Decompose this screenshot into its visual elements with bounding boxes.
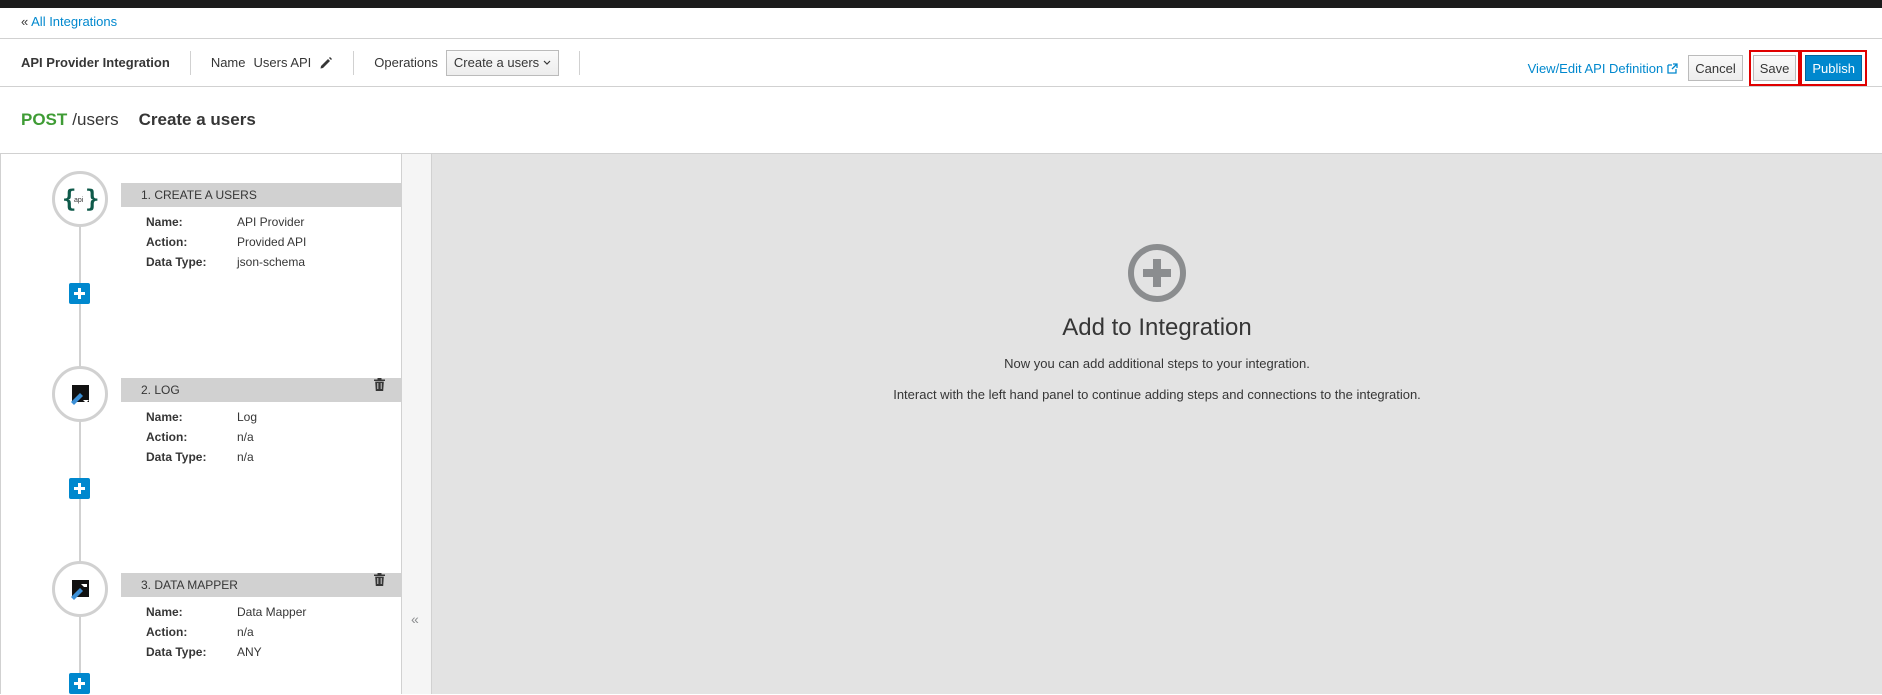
detail-key: Data Type: <box>146 645 207 659</box>
page-title: API Provider Integration <box>21 55 170 70</box>
detail-key: Action: <box>146 625 188 639</box>
integration-header: API Provider Integration Name Users API … <box>0 38 1882 87</box>
empty-state-text: Interact with the left hand panel to con… <box>893 387 1421 402</box>
step-type-value: ANY <box>237 645 262 659</box>
operation-name: Create a users <box>138 110 256 129</box>
svg-text:}: } <box>85 185 99 213</box>
collapse-panel-toggle[interactable]: « <box>402 154 432 694</box>
add-step-button[interactable] <box>69 283 90 304</box>
detail-key: Action: <box>146 235 188 249</box>
step-title: 2. LOG <box>141 383 180 397</box>
plus-icon <box>74 288 85 299</box>
api-icon: { api } <box>62 185 99 213</box>
step-title: 3. DATA MAPPER <box>141 578 238 592</box>
step-details: Name: API Provider Action: Provided API Da… <box>121 207 401 272</box>
detail-key: Name: <box>146 215 183 229</box>
step-card[interactable]: 3. DATA MAPPER Name: Data Mapper Action: n… <box>121 573 401 662</box>
add-step-button[interactable] <box>69 673 90 694</box>
step-details: Name: Log Action: n/a Data Type: n/a <box>121 402 401 467</box>
flow-line <box>79 199 81 694</box>
step-action-value: Provided API <box>237 235 307 249</box>
step-card[interactable]: 1. CREATE A USERS Name: API Provider Acti… <box>121 183 401 272</box>
trash-icon[interactable] <box>374 573 385 586</box>
detail-key: Action: <box>146 430 188 444</box>
step-name-value: API Provider <box>237 215 305 229</box>
all-integrations-link[interactable]: All Integrations <box>31 14 117 29</box>
detail-key: Data Type: <box>146 450 207 464</box>
step-header: 2. LOG <box>121 378 401 402</box>
step-action-value: n/a <box>237 430 254 444</box>
step-icon-circle[interactable]: { api } <box>52 171 108 227</box>
header-actions: View/Edit API Definition Cancel Save Pub… <box>1528 50 1867 86</box>
operations-dropdown[interactable]: Create a users <box>445 49 560 76</box>
step-details: Name: Data Mapper Action: n/a Data Type: AN… <box>121 597 401 662</box>
save-highlight: Save <box>1748 50 1801 86</box>
detail-key: Name: <box>146 605 183 619</box>
chevron-down-icon <box>543 60 551 65</box>
operations-selected: Create a users <box>453 55 540 70</box>
breadcrumb-prefix: « <box>21 14 29 29</box>
operations-label: Operations <box>374 55 438 70</box>
view-edit-api-link[interactable]: View/Edit API Definition <box>1528 61 1679 76</box>
add-step-button[interactable] <box>69 478 90 499</box>
name-label: Name <box>210 55 246 70</box>
top-bar <box>0 0 1882 8</box>
step-type-value: json-schema <box>237 255 306 269</box>
operation-header: POST /users Create a users <box>0 87 1882 154</box>
plus-icon <box>74 483 85 494</box>
svg-text:api: api <box>74 197 84 204</box>
log-icon <box>71 385 89 405</box>
step-icon-circle[interactable] <box>52 366 108 422</box>
step-canvas: Add to Integration Now you can add addit… <box>432 154 1882 694</box>
empty-state-text: Now you can add additional steps to your… <box>1004 356 1310 371</box>
divider <box>353 50 355 75</box>
divider <box>579 50 581 75</box>
cancel-button[interactable]: Cancel <box>1688 55 1743 81</box>
http-verb: POST <box>21 110 68 129</box>
step-header: 1. CREATE A USERS <box>121 183 401 207</box>
operation-path: /users <box>72 110 119 129</box>
step-action-value: n/a <box>237 625 254 639</box>
step-title: 1. CREATE A USERS <box>141 188 257 202</box>
publish-button[interactable]: Publish <box>1805 55 1862 81</box>
step-name-value: Data Mapper <box>237 605 307 619</box>
step-card[interactable]: 2. LOG Name: Log Action: n/a Data Type: n/a <box>121 378 401 467</box>
name-value: Users API <box>253 55 312 70</box>
detail-key: Name: <box>146 410 183 424</box>
publish-highlight: Publish <box>1800 50 1867 86</box>
step-icon-circle[interactable] <box>52 561 108 617</box>
editor-main: { api } 1. CREATE A USERS Name: API Provi… <box>0 154 1882 694</box>
step-name-value: Log <box>237 410 258 424</box>
view-edit-api-label: View/Edit API Definition <box>1527 60 1664 76</box>
step-type-value: n/a <box>237 450 254 464</box>
data-mapper-icon <box>71 580 89 600</box>
pencil-icon[interactable] <box>319 56 333 70</box>
divider <box>189 50 191 75</box>
breadcrumb: « All Integrations <box>0 8 1882 38</box>
plus-circle-icon <box>1128 244 1186 302</box>
step-header: 3. DATA MAPPER <box>121 573 401 597</box>
plus-icon <box>74 678 85 689</box>
trash-icon[interactable] <box>374 378 385 391</box>
external-link-icon <box>1667 62 1678 74</box>
save-button[interactable]: Save <box>1752 55 1797 81</box>
flow-panel: { api } 1. CREATE A USERS Name: API Provi… <box>0 154 402 694</box>
detail-key: Data Type: <box>146 255 207 269</box>
empty-state: Add to Integration Now you can add addit… <box>432 243 1882 402</box>
empty-state-title: Add to Integration <box>1062 314 1252 341</box>
collapse-chevron-icon: « <box>411 611 419 627</box>
